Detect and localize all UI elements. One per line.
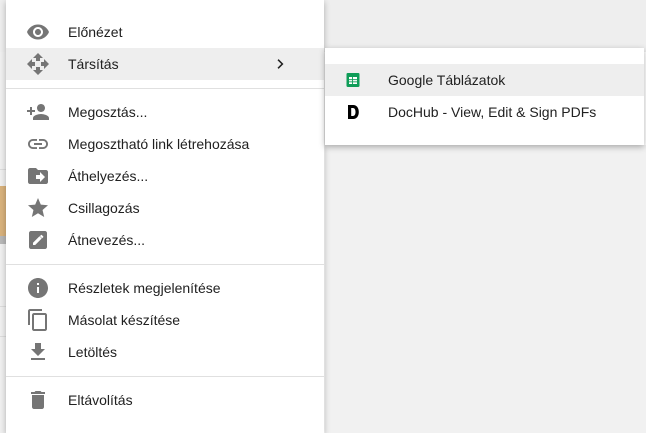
menu-item-label: Megosztható link létrehozása	[68, 136, 250, 152]
menu-item-label: Áthelyezés...	[68, 168, 149, 184]
rename-icon	[26, 228, 50, 252]
menu-item-label: Csillagozás	[68, 200, 140, 216]
menu-item-label: Eltávolítás	[68, 392, 133, 408]
person-add-icon	[26, 100, 50, 124]
menu-item-star[interactable]: Csillagozás	[6, 192, 324, 224]
info-icon	[26, 276, 50, 300]
menu-item-move[interactable]: Áthelyezés...	[6, 160, 324, 192]
open-with-submenu: Google Táblázatok DocHub - View, Edit & …	[325, 48, 644, 145]
menu-item-label: Társítás	[68, 56, 119, 72]
dochub-icon	[345, 104, 361, 120]
chevron-right-icon	[274, 58, 286, 70]
eye-icon	[26, 20, 50, 44]
background-file-area	[325, 145, 646, 433]
menu-divider	[6, 88, 324, 89]
menu-item-details[interactable]: Részletek megjelenítése	[6, 272, 324, 304]
menu-divider	[6, 376, 324, 377]
menu-item-label: Másolat készítése	[68, 312, 181, 328]
menu-item-label: Részletek megjelenítése	[68, 280, 221, 296]
trash-icon	[26, 388, 50, 412]
submenu-item-dochub[interactable]: DocHub - View, Edit & Sign PDFs	[325, 96, 644, 128]
menu-item-label: Letöltés	[68, 344, 118, 360]
copy-icon	[26, 308, 50, 332]
menu-item-remove[interactable]: Eltávolítás	[6, 384, 324, 416]
menu-item-get-link[interactable]: Megosztható link létrehozása	[6, 128, 324, 160]
menu-item-open-with[interactable]: Társítás	[6, 48, 324, 80]
download-icon	[26, 340, 50, 364]
folder-move-icon	[26, 164, 50, 188]
link-icon	[26, 132, 50, 156]
menu-item-label: Előnézet	[68, 24, 123, 40]
menu-item-label: Átnevezés...	[68, 232, 146, 248]
google-sheets-icon	[345, 72, 361, 88]
star-icon	[26, 196, 50, 220]
menu-item-rename[interactable]: Átnevezés...	[6, 224, 324, 256]
submenu-item-google-sheets[interactable]: Google Táblázatok	[325, 64, 644, 96]
menu-item-label: Megosztás...	[68, 104, 148, 120]
submenu-item-label: DocHub - View, Edit & Sign PDFs	[388, 104, 597, 120]
move-arrows-icon	[26, 52, 50, 76]
menu-item-download[interactable]: Letöltés	[6, 336, 324, 368]
context-menu: Előnézet Társítás Megosztás... Megosztha…	[6, 0, 324, 433]
menu-item-make-copy[interactable]: Másolat készítése	[6, 304, 324, 336]
menu-item-preview[interactable]: Előnézet	[6, 16, 324, 48]
menu-item-share[interactable]: Megosztás...	[6, 96, 324, 128]
menu-divider	[6, 264, 324, 265]
submenu-item-label: Google Táblázatok	[388, 72, 506, 88]
